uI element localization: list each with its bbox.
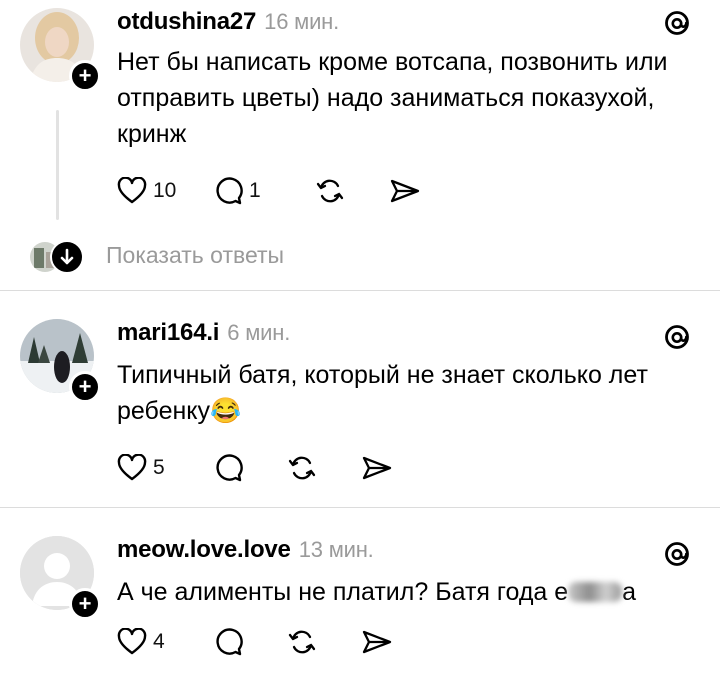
post-text: Нет бы написать кроме вотсапа, позвонить… <box>117 48 668 148</box>
follow-plus-icon[interactable]: + <box>69 588 101 620</box>
laughing-emoji: 😂 <box>210 397 242 425</box>
threads-icon[interactable] <box>662 539 692 569</box>
post-text-body: А че алименты не платил? Батя года е <box>117 578 569 606</box>
like-button[interactable]: 4 <box>117 625 165 659</box>
username-text[interactable]: otdushina27 <box>117 8 256 35</box>
timestamp: 6 мин. <box>227 320 291 345</box>
show-replies-row[interactable]: Показать ответы <box>28 238 428 274</box>
follow-plus-icon[interactable]: + <box>69 371 101 403</box>
heart-icon <box>117 454 147 481</box>
repost-button[interactable] <box>315 174 345 208</box>
like-button[interactable]: 5 <box>117 451 165 485</box>
thread-line <box>56 110 59 220</box>
repost-icon <box>288 456 316 480</box>
like-count: 5 <box>153 456 165 479</box>
timestamp: 13 мин. <box>298 537 374 562</box>
post-text: А че алименты не платил? Батя года е а <box>117 574 697 610</box>
post-text-body: Типичный батя, который не знает сколько … <box>117 361 648 425</box>
like-count: 4 <box>153 630 165 653</box>
like-button[interactable]: 10 <box>117 174 176 208</box>
post-1: + otdushina27 16 мин. Нет бы написать кро… <box>0 0 720 290</box>
post-actions: 4 <box>117 625 437 659</box>
show-replies-link[interactable]: Показать ответы <box>106 242 284 269</box>
reply-button[interactable] <box>213 625 243 659</box>
post-text: Типичный батя, который не знает сколько … <box>117 357 677 429</box>
send-icon <box>390 179 420 203</box>
heart-icon <box>117 177 147 204</box>
heart-icon <box>117 628 147 655</box>
comment-icon <box>216 454 243 482</box>
username-text[interactable]: meow.love.love <box>117 536 291 563</box>
username[interactable]: meow.love.love 13 мин. <box>117 536 374 564</box>
repost-icon <box>288 630 316 654</box>
share-button[interactable] <box>361 625 393 659</box>
repost-icon <box>316 179 344 203</box>
send-icon <box>362 630 392 654</box>
threads-icon[interactable] <box>662 322 692 352</box>
comment-icon <box>216 628 243 656</box>
username-text[interactable]: mari164.i <box>117 319 219 346</box>
threads-icon[interactable] <box>662 8 692 38</box>
repost-button[interactable] <box>287 451 317 485</box>
like-count: 10 <box>153 179 177 202</box>
reply-button[interactable] <box>213 451 243 485</box>
timestamp: 16 мин. <box>264 9 340 34</box>
post-actions: 10 1 <box>117 174 437 208</box>
share-button[interactable] <box>389 174 421 208</box>
post-2: + mari164.i 6 мин. Типичный батя, который… <box>0 291 720 507</box>
send-icon <box>362 456 392 480</box>
post-actions: 5 <box>117 451 437 485</box>
chevron-down-icon <box>50 240 84 274</box>
comment-icon <box>216 177 243 205</box>
share-button[interactable] <box>361 451 393 485</box>
reply-button[interactable]: 1 <box>213 174 261 208</box>
username[interactable]: mari164.i 6 мин. <box>117 319 290 347</box>
reply-count: 1 <box>249 179 261 202</box>
username[interactable]: otdushina27 16 мин. <box>117 8 339 36</box>
follow-plus-icon[interactable]: + <box>69 60 101 92</box>
repost-button[interactable] <box>287 625 317 659</box>
post-text-tail: а <box>622 578 637 606</box>
censored-blur <box>568 582 623 602</box>
post-3: + meow.love.love 13 мин. А че алименты не… <box>0 508 720 675</box>
